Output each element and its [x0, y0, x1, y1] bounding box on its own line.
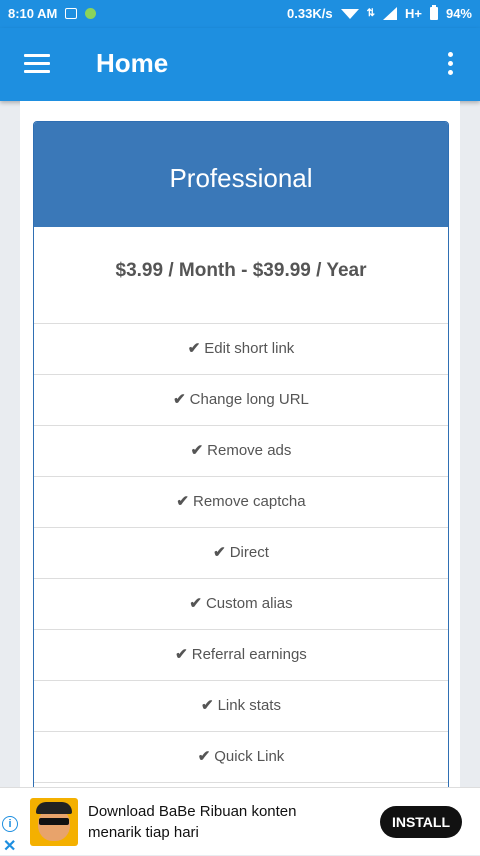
- feature-item: ✔ Referral earnings: [34, 630, 448, 681]
- battery-level: 94%: [445, 6, 472, 21]
- status-time: 8:10 AM: [8, 6, 58, 21]
- check-icon: ✔: [175, 646, 188, 663]
- feature-item: ✔ Link stats: [34, 681, 448, 732]
- check-icon: ✔: [173, 391, 186, 408]
- feature-item: ✔ Custom alias: [34, 579, 448, 630]
- plan-price: $3.99 / Month - $39.99 / Year: [34, 227, 448, 324]
- check-icon: ✔: [187, 340, 201, 357]
- battery-icon: [429, 5, 438, 20]
- app-bar: Home: [0, 28, 480, 101]
- feature-item: ✔ Direct: [34, 528, 448, 579]
- data-transfer-icon: ⇅: [366, 8, 375, 19]
- plan-card: Professional $3.99 / Month - $39.99 / Ye…: [33, 121, 449, 787]
- install-button[interactable]: INSTALL: [380, 806, 462, 838]
- check-icon: ✔: [190, 442, 204, 459]
- more-options-icon[interactable]: [448, 52, 454, 79]
- notification-icon: [65, 8, 78, 19]
- ad-info-icon[interactable]: i: [2, 816, 18, 832]
- feature-item: ✔ Change long URL: [34, 375, 448, 426]
- network-type: H+: [404, 6, 422, 21]
- menu-icon[interactable]: [24, 54, 50, 74]
- status-bar: 8:10 AM 0.33K/s ⇅ H+ 94%: [0, 0, 480, 28]
- plan-name: Professional: [34, 122, 448, 227]
- check-icon: ✔: [176, 493, 189, 510]
- signal-icon: [382, 7, 397, 20]
- check-icon: ✔: [197, 748, 211, 765]
- feature-item: ✔ Remove ads: [34, 426, 448, 477]
- ad-banner[interactable]: i ✕ Download BaBe Ribuan konten menarik …: [0, 787, 480, 855]
- network-speed: 0.33K/s: [287, 6, 333, 21]
- ad-app-icon[interactable]: [30, 798, 78, 846]
- check-icon: ✔: [213, 544, 226, 561]
- check-icon: ✔: [189, 595, 202, 612]
- ad-text[interactable]: Download BaBe Ribuan konten menarik tiap…: [88, 801, 348, 843]
- feature-item: ✔ Edit short link: [34, 324, 448, 375]
- feature-item: ✔ Remove captcha: [34, 477, 448, 528]
- ad-close-icon[interactable]: ✕: [3, 836, 16, 856]
- wifi-icon: [340, 8, 359, 19]
- main-content[interactable]: Professional $3.99 / Month - $39.99 / Ye…: [20, 101, 460, 787]
- page-title: Home: [96, 48, 169, 78]
- check-icon: ✔: [201, 697, 214, 714]
- app-notification-icon: [85, 8, 97, 19]
- feature-item: ✔ Quick Link: [34, 732, 448, 783]
